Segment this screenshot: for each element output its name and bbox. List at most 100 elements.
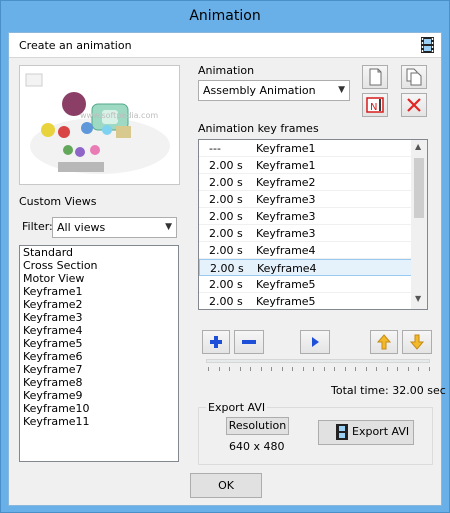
keyframe-name: Keyframe1 (256, 159, 316, 172)
slider-tick (239, 367, 241, 371)
film-icon (336, 424, 348, 447)
table-row[interactable]: 2.00 s Keyframe3 (199, 208, 412, 225)
animation-select[interactable]: Assembly Animation ▼ (198, 80, 350, 101)
list-item[interactable]: Keyframe4 (20, 324, 178, 337)
scroll-down-icon[interactable]: ▼ (415, 294, 421, 303)
list-item[interactable]: Motor View (20, 272, 178, 285)
keyframe-time: 2.00 s (209, 244, 243, 257)
resolution-button[interactable]: Resolution (226, 417, 289, 435)
table-row[interactable]: 2.00 s Keyframe2 (199, 174, 412, 191)
list-item[interactable]: Keyframe10 (20, 402, 178, 415)
list-item[interactable]: Keyframe6 (20, 350, 178, 363)
custom-views-label: Custom Views (19, 195, 97, 208)
rename-icon: N (366, 97, 384, 113)
header-title: Create an animation (19, 39, 132, 52)
slider-tick (334, 367, 335, 371)
add-keyframe-button[interactable] (202, 330, 230, 354)
slider-tick (250, 367, 251, 371)
chevron-down-icon: ▼ (338, 85, 345, 95)
list-item[interactable]: Keyframe5 (20, 337, 178, 350)
dialog-header: Create an animation (9, 33, 441, 58)
arrow-down-icon (409, 334, 425, 350)
slider-tick (218, 367, 220, 371)
keyframe-name: Keyframe1 (256, 142, 316, 155)
slider-tick (376, 367, 377, 371)
resolution-value: 640 x 480 (229, 440, 285, 453)
list-item[interactable]: Standard (20, 246, 178, 259)
film-icon (421, 37, 434, 53)
slider-tick (292, 367, 293, 371)
scroll-up-icon[interactable]: ▲ (415, 142, 421, 151)
keyframe-time: 2.00 s (209, 278, 243, 291)
scrollbar-thumb[interactable] (414, 158, 424, 218)
list-item[interactable]: Keyframe7 (20, 363, 178, 376)
keyframe-time: 2.00 s (210, 262, 244, 275)
new-document-icon (369, 68, 382, 86)
play-button[interactable] (300, 330, 330, 354)
slider-tick (428, 367, 430, 371)
list-item[interactable]: Cross Section (20, 259, 178, 272)
filter-select[interactable]: All views ▼ (52, 217, 177, 238)
export-avi-group-label: Export AVI (206, 401, 268, 414)
slider-tick (229, 367, 230, 371)
delete-animation-button[interactable] (401, 93, 427, 117)
slider-tick (407, 367, 409, 371)
table-row[interactable]: 2.00 s Keyframe5 (199, 276, 412, 293)
new-animation-button[interactable] (362, 65, 388, 89)
keyframe-name: Keyframe3 (256, 227, 316, 240)
keyframe-name: Keyframe3 (256, 193, 316, 206)
view-preview: www.softpedia.com (19, 65, 180, 185)
slider-tick (365, 367, 367, 371)
list-item[interactable]: Keyframe9 (20, 389, 178, 402)
remove-keyframe-button[interactable] (234, 330, 264, 354)
export-avi-button[interactable]: Export AVI (318, 420, 414, 445)
table-row[interactable]: 2.00 s Keyframe5 (199, 293, 412, 309)
copy-animation-button[interactable] (401, 65, 427, 89)
slider-tick (271, 367, 272, 371)
keyframe-name: Keyframe4 (257, 262, 317, 275)
keyframe-name: Keyframe3 (256, 210, 316, 223)
slider-tick (302, 367, 304, 371)
move-up-button[interactable] (370, 330, 398, 354)
slider-tick (208, 367, 209, 371)
timeline-slider[interactable] (206, 359, 430, 363)
keyframes-list[interactable]: --- Keyframe1 2.00 s Keyframe1 2.00 s Keyfram… (198, 139, 428, 310)
keyframe-name: Keyframe4 (256, 244, 316, 257)
arrow-up-icon (376, 334, 392, 350)
table-row[interactable]: 2.00 s Keyframe4 (199, 242, 412, 259)
keyframe-name: Keyframe5 (256, 295, 316, 308)
table-row[interactable]: 2.00 s Keyframe3 (199, 191, 412, 208)
keyframe-time: --- (209, 142, 221, 155)
list-item[interactable]: Keyframe8 (20, 376, 178, 389)
list-item[interactable]: Keyframe3 (20, 311, 178, 324)
slider-tick (313, 367, 314, 371)
keyframes-scrollbar[interactable]: ▲ ▼ (411, 140, 427, 309)
keyframe-time: 2.00 s (209, 227, 243, 240)
slider-tick (281, 367, 283, 371)
softpedia-watermark: www.softpedia.com (80, 111, 158, 120)
list-item[interactable]: Keyframe2 (20, 298, 178, 311)
filter-label: Filter: (22, 220, 53, 233)
custom-views-list[interactable]: Standard Cross Section Motor View Keyframe1… (19, 245, 179, 462)
move-down-button[interactable] (402, 330, 432, 354)
animation-window: Animation Create an animation www.softpe… (0, 0, 450, 513)
keyframe-name: Keyframe2 (256, 176, 316, 189)
list-item[interactable]: Keyframe1 (20, 285, 178, 298)
keyframe-time: 2.00 s (209, 193, 243, 206)
delete-icon (407, 98, 421, 112)
table-row[interactable]: 2.00 s Keyframe3 (199, 225, 412, 242)
play-icon (312, 337, 319, 347)
keyframe-time: 2.00 s (209, 295, 243, 308)
table-row[interactable]: 2.00 s Keyframe1 (199, 157, 412, 174)
ok-button[interactable]: OK (190, 473, 262, 498)
slider-tick (260, 367, 262, 371)
chevron-down-icon: ▼ (165, 222, 172, 232)
list-item[interactable]: Keyframe11 (20, 415, 178, 428)
rename-animation-button[interactable]: N (362, 93, 388, 117)
slider-tick (323, 367, 325, 371)
animation-value: Assembly Animation (203, 84, 316, 97)
window-title: Animation (189, 8, 261, 24)
table-row[interactable]: --- Keyframe1 (199, 140, 412, 157)
table-row[interactable]: 2.00 s Keyframe4 (199, 259, 412, 276)
keyframes-label: Animation key frames (198, 122, 319, 135)
